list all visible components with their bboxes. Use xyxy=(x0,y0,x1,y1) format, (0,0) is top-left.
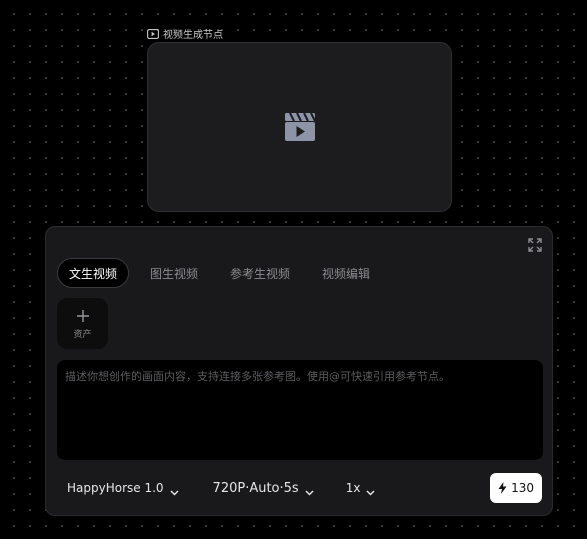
plus-icon xyxy=(76,307,90,325)
tab-text-to-video[interactable]: 文生视频 xyxy=(57,258,130,288)
count-select[interactable]: 1x xyxy=(336,473,386,503)
prompt-input[interactable] xyxy=(57,360,543,460)
video-play-icon xyxy=(147,28,159,39)
controls-bar: HappyHorse 1.0 720P·Auto·5s 1x 130 xyxy=(57,473,542,503)
chevron-down-icon xyxy=(366,485,375,496)
settings-select-value: 720P·Auto·5s xyxy=(212,480,299,496)
tab-image-to-video[interactable]: 图生视频 xyxy=(139,258,209,288)
clapperboard-play-icon xyxy=(284,112,316,142)
tab-reference-to-video[interactable]: 参考生视频 xyxy=(219,258,301,288)
settings-select[interactable]: 720P·Auto·5s xyxy=(203,473,324,503)
mode-tabs: 文生视频 图生视频 参考生视频 视频编辑 xyxy=(57,258,391,288)
generation-panel: 文生视频 图生视频 参考生视频 视频编辑 资产 HappyHorse 1.0 7… xyxy=(45,226,553,516)
generate-button[interactable]: 130 xyxy=(490,473,542,503)
add-asset-label: 资产 xyxy=(73,330,92,340)
model-select-value: HappyHorse 1.0 xyxy=(67,481,164,495)
lightning-icon xyxy=(498,482,507,494)
tab-video-edit[interactable]: 视频编辑 xyxy=(311,258,381,288)
add-asset-button[interactable]: 资产 xyxy=(57,298,108,349)
expand-icon[interactable] xyxy=(528,237,542,252)
model-select[interactable]: HappyHorse 1.0 xyxy=(57,473,189,503)
video-preview-card[interactable] xyxy=(147,42,452,212)
node-title: 视频生成节点 xyxy=(147,26,223,41)
chevron-down-icon xyxy=(305,485,314,496)
node-title-text: 视频生成节点 xyxy=(163,30,223,41)
count-select-value: 1x xyxy=(345,481,361,495)
credits-value: 130 xyxy=(511,481,534,495)
chevron-down-icon xyxy=(170,485,179,496)
